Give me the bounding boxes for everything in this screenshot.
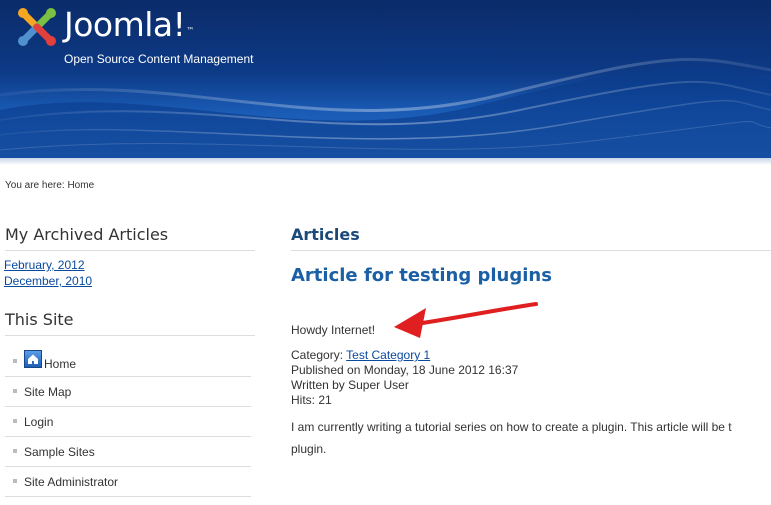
home-icon	[24, 350, 42, 368]
category-label: Category:	[291, 348, 347, 362]
article-category: Category: Test Category 1	[291, 348, 430, 362]
bullet-icon	[13, 419, 17, 423]
menu-item-home[interactable]: Home	[5, 347, 251, 377]
archived-articles-heading: My Archived Articles	[5, 225, 255, 251]
article-intro: Howdy Internet!	[291, 323, 376, 337]
menu-item-label: Login	[24, 415, 54, 429]
menu-item-site-administrator[interactable]: Site Administrator	[5, 467, 251, 497]
red-arrow-annotation	[394, 302, 538, 338]
breadcrumb: You are here: Home	[5, 180, 95, 191]
site-header: Joomla!™ Open Source Content Management	[0, 0, 771, 160]
article-hits: Hits: 21	[291, 393, 332, 407]
archive-link-february-2012[interactable]: February, 2012	[4, 258, 85, 272]
article-published-date: Published on Monday, 18 June 2012 16:37	[291, 363, 519, 377]
category-link[interactable]: Test Category 1	[346, 348, 430, 362]
menu-item-label: Home	[44, 357, 77, 371]
menu-item-label: Site Map	[24, 385, 72, 399]
archive-link-december-2010[interactable]: December, 2010	[4, 274, 92, 288]
article-body-line: plugin.	[291, 442, 327, 456]
bullet-icon	[13, 389, 17, 393]
menu-item-login[interactable]: Login	[5, 407, 251, 437]
site-menu: Home Site Map Login Sample Sites Site Ad…	[5, 347, 251, 497]
article-body-line: I am currently writing a tutorial series…	[291, 420, 732, 434]
page-title: Articles	[291, 225, 771, 251]
site-tagline: Open Source Content Management	[64, 52, 254, 66]
bullet-icon	[13, 479, 17, 483]
bullet-icon	[13, 359, 17, 363]
joomla-logo-icon	[18, 8, 56, 46]
header-divider	[0, 158, 771, 165]
article-author: Written by Super User	[291, 378, 409, 392]
this-site-heading: This Site	[5, 310, 255, 336]
site-logo-text[interactable]: Joomla!™	[64, 4, 194, 46]
article-title[interactable]: Article for testing plugins	[291, 265, 552, 286]
menu-item-site-map[interactable]: Site Map	[5, 377, 251, 407]
menu-item-sample-sites[interactable]: Sample Sites	[5, 437, 251, 467]
bullet-icon	[13, 449, 17, 453]
article-body: I am currently writing a tutorial series…	[291, 416, 771, 460]
menu-item-label: Site Administrator	[24, 475, 119, 489]
menu-item-label: Sample Sites	[24, 445, 95, 459]
